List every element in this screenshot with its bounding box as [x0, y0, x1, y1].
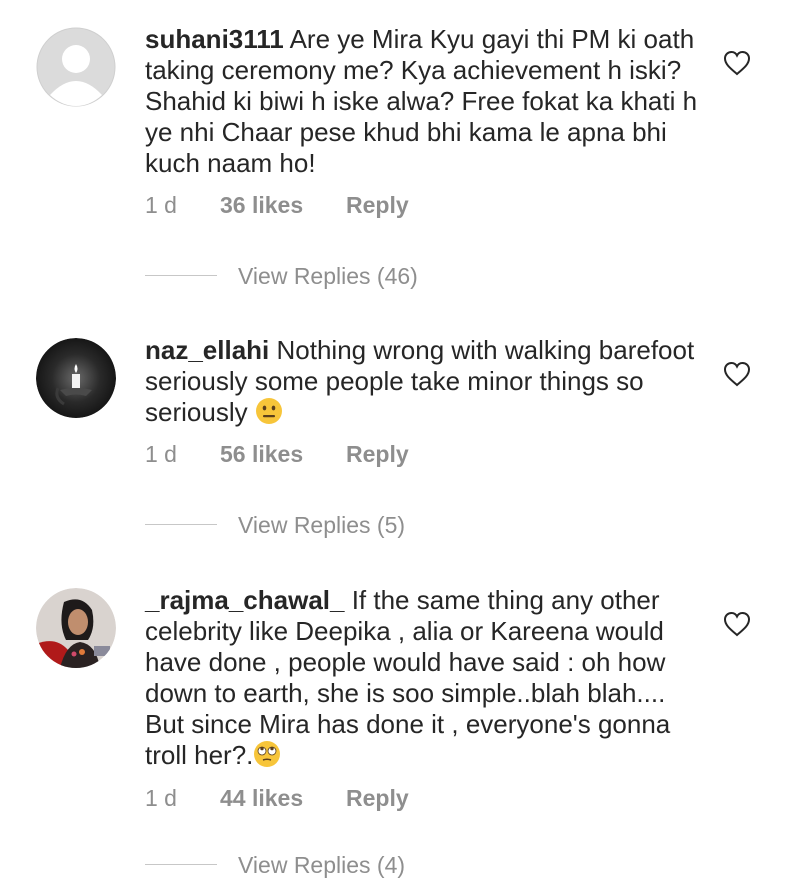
divider-line: [145, 524, 217, 525]
comment-username[interactable]: _rajma_chawal_: [145, 585, 344, 615]
view-replies-link[interactable]: View Replies (46): [238, 263, 418, 290]
view-replies[interactable]: View Replies (4): [145, 852, 545, 879]
comment-body: naz_ellahi Nothing wrong with walking ba…: [145, 335, 705, 432]
comment-time: 1 d: [145, 441, 177, 467]
like-heart-icon[interactable]: [722, 360, 752, 388]
default-avatar-icon: [36, 27, 116, 107]
neutral-face-emoji: [255, 397, 283, 432]
view-replies[interactable]: View Replies (5): [145, 512, 545, 539]
like-heart-icon[interactable]: [722, 49, 752, 77]
comment-username[interactable]: suhani3111: [145, 24, 284, 54]
comment-likes[interactable]: 44 likes: [220, 785, 303, 812]
comment-time: 1 d: [145, 192, 177, 218]
avatar[interactable]: [36, 338, 116, 418]
reply-button[interactable]: Reply: [346, 192, 409, 219]
eye-roll-emoji: [253, 740, 281, 775]
view-replies-link[interactable]: View Replies (5): [238, 512, 405, 539]
divider-line: [145, 275, 217, 276]
reply-button[interactable]: Reply: [346, 785, 409, 812]
avatar[interactable]: [36, 27, 116, 107]
comment-username[interactable]: naz_ellahi: [145, 335, 269, 365]
divider-line: [145, 864, 217, 865]
comment-body: suhani3111 Are ye Mira Kyu gayi thi PM k…: [145, 24, 705, 179]
candle-photo: [36, 338, 116, 418]
view-replies[interactable]: View Replies (46): [145, 263, 545, 290]
view-replies-link[interactable]: View Replies (4): [238, 852, 405, 879]
comment-likes[interactable]: 56 likes: [220, 441, 303, 468]
comment-body: _rajma_chawal_ If the same thing any oth…: [145, 585, 705, 775]
like-heart-icon[interactable]: [722, 610, 752, 638]
reply-button[interactable]: Reply: [346, 441, 409, 468]
woman-photo: [36, 588, 116, 668]
avatar[interactable]: [36, 588, 116, 668]
comment-time: 1 d: [145, 785, 177, 811]
comment-likes[interactable]: 36 likes: [220, 192, 303, 219]
